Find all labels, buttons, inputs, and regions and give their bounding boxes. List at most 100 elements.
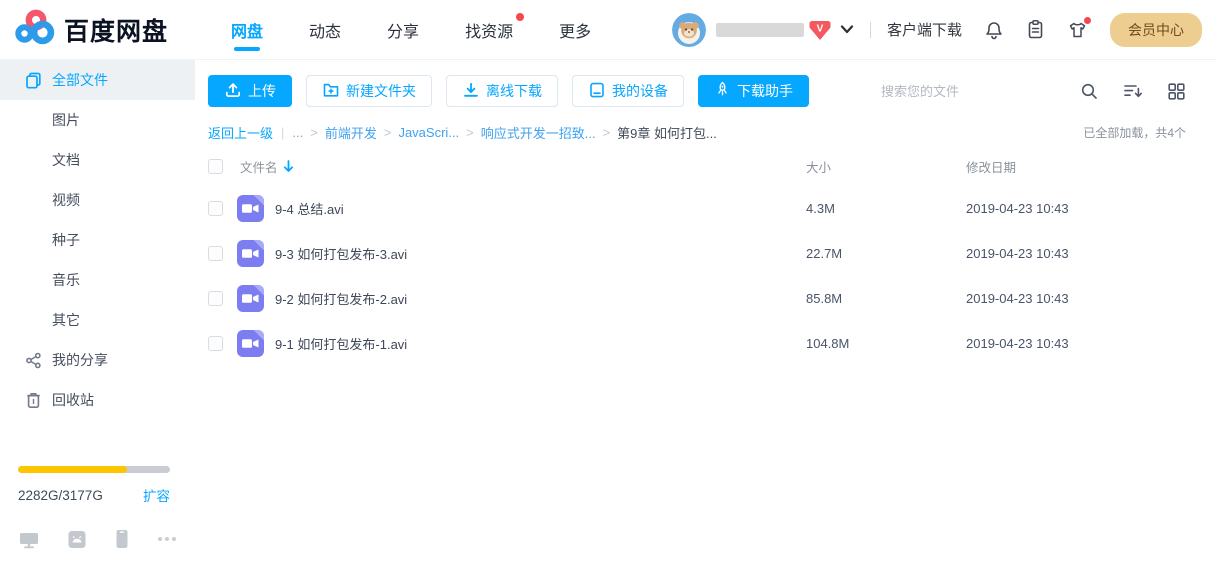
breadcrumb-current: 第9章 如何打包...	[617, 126, 717, 141]
breadcrumb-link[interactable]: 前端开发	[325, 123, 377, 142]
table-row[interactable]: 9-2 如何打包发布-2.avi 85.8M 2019-04-23 10:43	[208, 276, 1186, 321]
video-file-icon	[237, 285, 264, 312]
bell-icon[interactable]	[984, 19, 1004, 40]
sidebar-item-others[interactable]: 其它	[0, 300, 195, 340]
breadcrumb-back-link[interactable]: 返回上一级	[208, 123, 273, 142]
more-devices-icon[interactable]	[156, 535, 178, 543]
file-date: 2019-04-23 10:43	[966, 291, 1069, 306]
tab-find-resources[interactable]: 找资源	[442, 0, 536, 59]
header: 百度网盘 网盘 动态 分享 找资源 更多 V 客户端下载 会员中心	[0, 0, 1216, 60]
expand-storage-link[interactable]: 扩容	[143, 485, 170, 505]
file-date: 2019-04-23 10:43	[966, 336, 1069, 351]
clipboard-icon[interactable]	[1026, 19, 1045, 40]
row-checkbox[interactable]	[208, 246, 223, 261]
gift-shirt-icon[interactable]	[1067, 16, 1091, 40]
upload-button[interactable]: 上传	[208, 75, 292, 107]
breadcrumb-link[interactable]: JavaScri...	[398, 125, 459, 140]
button-label: 新建文件夹	[346, 83, 416, 99]
netdisk-logo-icon	[14, 9, 56, 50]
android-app-icon[interactable]	[67, 530, 87, 549]
column-label: 文件名	[240, 160, 278, 175]
device-icon	[588, 81, 612, 102]
breadcrumb-separator: >	[310, 125, 318, 140]
desktop-client-icon[interactable]	[18, 530, 40, 549]
sort-icon[interactable]	[1123, 82, 1143, 100]
sidebar-item-all-files[interactable]: 全部文件	[0, 60, 195, 100]
row-checkbox[interactable]	[208, 291, 223, 306]
tab-feed[interactable]: 动态	[286, 0, 364, 59]
video-file-icon	[237, 330, 264, 357]
breadcrumb-ellipsis[interactable]: ...	[292, 125, 303, 140]
table-row[interactable]: 9-4 总结.avi 4.3M 2019-04-23 10:43	[208, 186, 1186, 231]
breadcrumb-separator: >	[466, 125, 474, 140]
download-helper-button[interactable]: 下载助手	[698, 75, 809, 107]
storage-quota-label: 2282G/3177G	[18, 487, 103, 503]
tab-share[interactable]: 分享	[364, 0, 442, 59]
search-icon[interactable]	[1080, 82, 1099, 101]
sidebar-item-recycle-bin[interactable]: 回收站	[0, 380, 195, 420]
file-name[interactable]: 9-2 如何打包发布-2.avi	[275, 289, 407, 308]
breadcrumb-pipe: |	[281, 125, 285, 140]
vip-badge-icon: V	[808, 19, 832, 41]
file-size: 22.7M	[806, 246, 843, 261]
phone-app-icon[interactable]	[115, 529, 129, 549]
column-header-name[interactable]: 文件名	[240, 157, 806, 176]
sidebar-item-label: 其它	[52, 312, 80, 328]
sidebar-item-label: 视频	[52, 192, 80, 208]
table-row[interactable]: 9-3 如何打包发布-3.avi 22.7M 2019-04-23 10:43	[208, 231, 1186, 276]
file-size: 4.3M	[806, 201, 835, 216]
search-input[interactable]	[881, 83, 1056, 99]
vip-center-button[interactable]: 会员中心	[1110, 12, 1202, 47]
new-folder-icon	[322, 81, 346, 102]
chevron-down-icon	[840, 25, 854, 34]
sidebar-item-label: 文档	[52, 152, 80, 168]
file-name[interactable]: 9-4 总结.avi	[275, 199, 344, 218]
sidebar-item-my-shares[interactable]: 我的分享	[0, 340, 195, 380]
sidebar-item-pictures[interactable]: 图片	[0, 100, 195, 140]
storage-progress-fill	[18, 466, 128, 473]
active-tab-underline	[234, 47, 261, 51]
row-checkbox[interactable]	[208, 336, 223, 351]
sidebar: 全部文件 图片 文档 视频 种子 音乐 其它 我的分享 回收站 2282G/31…	[0, 60, 195, 563]
new-folder-button[interactable]: 新建文件夹	[306, 75, 432, 107]
file-date: 2019-04-23 10:43	[966, 246, 1069, 261]
my-devices-button[interactable]: 我的设备	[572, 75, 684, 107]
offline-download-button[interactable]: 离线下载	[446, 75, 558, 107]
breadcrumb-link[interactable]: 响应式开发一招致...	[481, 123, 596, 142]
button-label: 离线下载	[486, 83, 542, 99]
primary-nav: 网盘 动态 分享 找资源 更多	[208, 0, 614, 59]
sidebar-item-videos[interactable]: 视频	[0, 180, 195, 220]
svg-text:V: V	[817, 23, 824, 34]
breadcrumb-separator: >	[383, 125, 392, 140]
button-label: 我的设备	[612, 83, 668, 99]
sidebar-item-documents[interactable]: 文档	[0, 140, 195, 180]
tab-label: 找资源	[465, 23, 514, 41]
column-header-date: 修改日期	[966, 160, 1017, 175]
video-file-icon	[237, 195, 264, 222]
file-name[interactable]: 9-1 如何打包发布-1.avi	[275, 334, 407, 353]
rocket-icon	[714, 81, 737, 101]
logo[interactable]: 百度网盘	[14, 9, 168, 50]
file-name[interactable]: 9-3 如何打包发布-3.avi	[275, 244, 407, 263]
share-icon	[25, 352, 42, 369]
avatar	[671, 12, 706, 47]
tab-more[interactable]: 更多	[536, 0, 614, 59]
user-menu[interactable]: V	[671, 12, 854, 47]
file-date: 2019-04-23 10:43	[966, 201, 1069, 216]
file-list: 9-4 总结.avi 4.3M 2019-04-23 10:43 9-3 如何打…	[208, 186, 1186, 366]
trash-icon	[25, 392, 42, 409]
button-label: 下载助手	[737, 83, 793, 99]
tab-netdisk[interactable]: 网盘	[208, 0, 286, 59]
sidebar-item-music[interactable]: 音乐	[0, 260, 195, 300]
table-row[interactable]: 9-1 如何打包发布-1.avi 104.8M 2019-04-23 10:43	[208, 321, 1186, 366]
file-size: 85.8M	[806, 291, 843, 306]
breadcrumb-separator: >	[602, 125, 611, 140]
client-download-link[interactable]: 客户端下载	[887, 19, 962, 40]
select-all-checkbox[interactable]	[208, 158, 223, 174]
content: 上传 新建文件夹 离线下载 我的设备 下载助手 搜索您的文件 返回上一级 | .…	[195, 60, 1216, 563]
sidebar-item-label: 全部文件	[52, 72, 108, 88]
row-checkbox[interactable]	[208, 201, 223, 216]
grid-view-icon[interactable]	[1167, 82, 1186, 101]
files-icon	[25, 72, 42, 89]
sidebar-item-torrents[interactable]: 种子	[0, 220, 195, 260]
